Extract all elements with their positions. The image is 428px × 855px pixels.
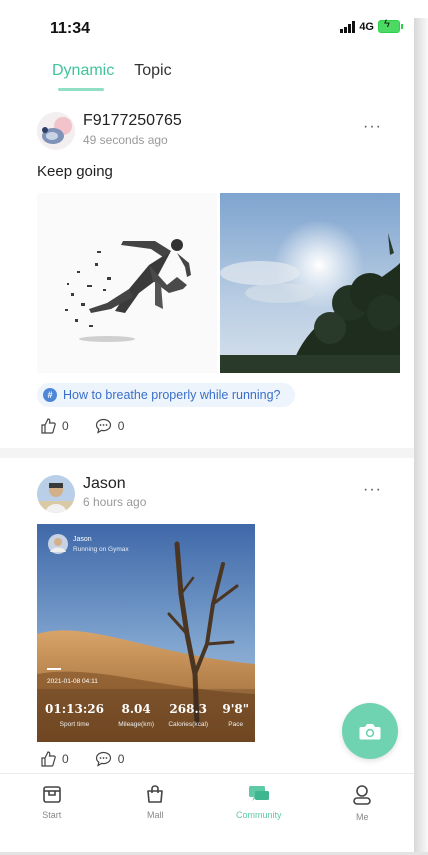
nav-label: Mall <box>146 810 164 820</box>
comment-icon <box>95 418 111 434</box>
hash-icon: # <box>43 388 57 402</box>
start-icon <box>42 786 61 803</box>
stat-mileage: 8.04 Mileage(km) <box>118 702 155 728</box>
more-options-button[interactable]: ··· <box>363 481 382 499</box>
nav-community[interactable]: Community <box>207 774 311 844</box>
camera-post-button[interactable] <box>342 703 398 759</box>
card-user-subtitle: Running on Gymax <box>73 546 129 553</box>
post-actions: 0 0 <box>40 418 142 434</box>
like-button[interactable]: 0 <box>40 418 69 434</box>
card-stats: 01:13:26 Sport time 8.04 Mileage(km) 268… <box>45 702 249 728</box>
like-count: 0 <box>62 752 69 766</box>
post-time: 49 seconds ago <box>83 133 168 147</box>
nav-label: Me <box>355 812 369 822</box>
post-text: Keep going <box>37 163 113 180</box>
camera-icon <box>359 724 381 740</box>
like-button[interactable]: 0 <box>40 751 69 767</box>
tab-dynamic[interactable]: Dynamic <box>52 62 114 80</box>
stat-pace: 9'8" Pace <box>222 702 249 728</box>
comment-button[interactable]: 0 <box>95 751 125 767</box>
frame-shadow <box>414 18 428 855</box>
tab-topic[interactable]: Topic <box>134 62 171 80</box>
comment-count: 0 <box>117 752 125 766</box>
post-image-sprinter[interactable] <box>37 193 217 373</box>
network-type: 4G <box>359 20 374 33</box>
signal-icon <box>340 20 356 33</box>
status-time: 11:34 <box>50 20 91 37</box>
thumbs-up-icon <box>41 418 56 434</box>
nav-mall[interactable]: Mall <box>104 774 208 844</box>
battery-icon: ϟ <box>378 18 403 33</box>
card-user-name: Jason <box>73 536 92 543</box>
post-author[interactable]: Jason <box>83 475 126 493</box>
card-date: 2021-01-08 04:11 <box>47 678 98 685</box>
nav-me[interactable]: Me <box>311 774 415 844</box>
chat-icon <box>248 786 269 801</box>
post-actions: 0 0 <box>40 751 142 767</box>
bag-icon <box>147 785 164 803</box>
post-time: 6 hours ago <box>83 495 147 509</box>
bottom-nav: Start Mall Community Me <box>0 773 414 844</box>
status-indicators: 4G ϟ <box>340 18 403 33</box>
topic-chip[interactable]: # How to breathe properly while running? <box>37 383 295 407</box>
nav-label: Start <box>42 810 62 820</box>
comment-icon <box>95 751 111 767</box>
feed-tabs: Dynamic Topic <box>52 62 172 80</box>
app-screen: 11:34 4G ϟ Dynamic Topic F9177250765 49 … <box>0 0 414 855</box>
topic-label: How to breathe properly while running? <box>63 388 281 402</box>
nav-label: Community <box>235 810 282 820</box>
like-count: 0 <box>62 419 69 433</box>
more-options-button[interactable]: ··· <box>363 118 382 136</box>
avatar[interactable] <box>37 475 75 513</box>
post-author[interactable]: F9177250765 <box>83 112 182 130</box>
stat-sport-time: 01:13:26 Sport time <box>45 702 104 728</box>
run-share-card[interactable]: Jason Running on Gymax 2021-01-08 04:11 … <box>37 524 255 742</box>
user-icon <box>353 785 372 805</box>
post-image-sky[interactable] <box>220 193 400 373</box>
active-tab-indicator <box>58 88 104 91</box>
stat-calories: 268.3 Calories(kcal) <box>168 702 209 728</box>
comment-button[interactable]: 0 <box>95 418 125 434</box>
avatar[interactable] <box>37 112 75 150</box>
status-bar: 11:34 4G ϟ <box>0 0 414 48</box>
post-divider <box>0 448 414 458</box>
comment-count: 0 <box>117 419 125 433</box>
nav-start[interactable]: Start <box>0 774 104 844</box>
thumbs-up-icon <box>41 751 56 767</box>
